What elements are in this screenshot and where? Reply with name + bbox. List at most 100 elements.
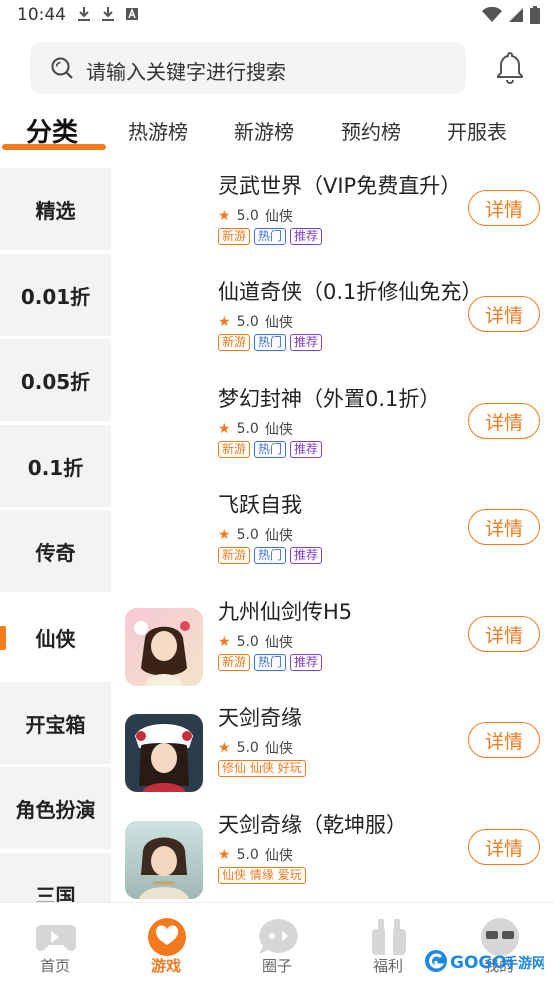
status-time: 10:44 bbox=[17, 5, 66, 25]
tag: 仙侠 情缘 爱玩 bbox=[218, 867, 306, 884]
rating-value: 5.0 bbox=[236, 527, 259, 543]
tab-new-ranking[interactable]: 新游榜 bbox=[234, 116, 294, 145]
tag: 新游 bbox=[218, 228, 251, 245]
game-category: 仙侠 bbox=[264, 315, 293, 331]
sidebar-item-001-discount[interactable]: 0.01折 bbox=[0, 254, 111, 336]
rating-value: 5.0 bbox=[236, 208, 259, 224]
game-tags: 仙侠 情缘 爱玩 bbox=[218, 867, 306, 884]
game-category: 仙侠 bbox=[264, 848, 293, 864]
active-tab-indicator bbox=[2, 144, 106, 150]
game-title: 九州仙剑传H5 bbox=[218, 600, 353, 624]
tab-hot-ranking[interactable]: 热游榜 bbox=[128, 116, 188, 145]
nav-home[interactable]: 首页 bbox=[0, 903, 110, 984]
star-icon: ★ bbox=[218, 527, 231, 543]
game-tags: 新游 热门 推荐 bbox=[218, 334, 323, 351]
game-rating: ★ 5.0 仙侠 bbox=[218, 206, 293, 226]
nav-label: 首页 bbox=[39, 957, 70, 975]
game-rating: ★ 5.0 仙侠 bbox=[218, 312, 293, 332]
list-item[interactable]: 飞跃自我 ★ 5.0 仙侠 新游 热门 推荐 详情 bbox=[112, 483, 554, 583]
category-tabs: 分类 热游榜 新游榜 预约榜 开服表 bbox=[0, 108, 554, 154]
detail-button[interactable]: 详情 bbox=[468, 722, 540, 758]
app-notification-icon bbox=[126, 8, 138, 20]
tag: 推荐 bbox=[290, 547, 323, 564]
tab-server-schedule[interactable]: 开服表 bbox=[447, 116, 507, 145]
search-placeholder: 请输入关键字进行搜索 bbox=[86, 60, 286, 84]
heart-chat-icon bbox=[148, 918, 186, 956]
game-title: 飞跃自我 bbox=[218, 493, 302, 517]
gift-icon bbox=[372, 919, 406, 955]
detail-button[interactable]: 详情 bbox=[468, 829, 540, 865]
tag: 推荐 bbox=[290, 228, 323, 245]
nav-label: 游戏 bbox=[150, 957, 181, 975]
tag: 热门 bbox=[254, 547, 287, 564]
rating-value: 5.0 bbox=[236, 634, 259, 650]
game-category: 仙侠 bbox=[264, 209, 293, 225]
list-item[interactable]: 九州仙剑传H5 ★ 5.0 仙侠 新游 热门 推荐 详情 bbox=[112, 590, 554, 690]
game-title: 天剑奇缘（乾坤服） bbox=[218, 813, 407, 837]
tag: 热门 bbox=[254, 334, 287, 351]
game-tags: 新游 热门 推荐 bbox=[218, 441, 323, 458]
signal-icon bbox=[509, 8, 523, 22]
detail-button[interactable]: 详情 bbox=[468, 403, 540, 439]
game-icon[interactable] bbox=[125, 608, 203, 686]
game-title: 天剑奇缘 bbox=[218, 706, 302, 730]
svg-text:GOGO: GOGO bbox=[450, 953, 507, 973]
gamepad-icon bbox=[36, 925, 76, 951]
detail-button[interactable]: 详情 bbox=[468, 296, 540, 332]
game-rating: ★ 5.0 仙侠 bbox=[218, 419, 293, 439]
star-icon: ★ bbox=[218, 740, 231, 756]
nav-games[interactable]: 游戏 bbox=[111, 903, 221, 984]
tab-reservation-ranking[interactable]: 预约榜 bbox=[341, 116, 401, 145]
game-icon[interactable] bbox=[125, 821, 203, 899]
list-item[interactable]: 灵武世界（VIP免费直升） ★ 5.0 仙侠 新游 热门 推荐 详情 bbox=[112, 164, 554, 264]
star-icon: ★ bbox=[218, 314, 231, 330]
game-category: 仙侠 bbox=[264, 635, 293, 651]
status-bar: 10:44 bbox=[0, 0, 554, 30]
tag: 热门 bbox=[254, 228, 287, 245]
sidebar-item-legend[interactable]: 传奇 bbox=[0, 510, 111, 592]
game-tags: 新游 热门 推荐 bbox=[218, 547, 323, 564]
sidebar-item-xianxia[interactable]: 仙侠 bbox=[0, 596, 111, 678]
download-icon bbox=[78, 7, 90, 21]
tag: 新游 bbox=[218, 441, 251, 458]
chat-bubble-icon bbox=[259, 918, 298, 954]
watermark-logo: GOGO 手游网 bbox=[424, 946, 546, 976]
tag: 新游 bbox=[218, 654, 251, 671]
search-input[interactable]: 请输入关键字进行搜索 bbox=[30, 42, 466, 94]
game-rating: ★ 5.0 仙侠 bbox=[218, 632, 293, 652]
game-title: 仙道奇侠（0.1折修仙免充） bbox=[218, 280, 483, 304]
game-category: 仙侠 bbox=[264, 741, 293, 757]
sidebar-item-005-discount[interactable]: 0.05折 bbox=[0, 339, 111, 421]
tag: 热门 bbox=[254, 654, 287, 671]
sidebar-item-01-discount[interactable]: 0.1折 bbox=[0, 425, 111, 507]
game-tags: 修仙 仙侠 好玩 bbox=[218, 760, 306, 777]
battery-icon bbox=[530, 6, 540, 24]
sidebar-item-three-kingdoms[interactable]: 三国 bbox=[0, 853, 111, 902]
game-icon[interactable] bbox=[125, 714, 203, 792]
active-category-marker bbox=[0, 626, 6, 650]
game-title: 灵武世界（VIP免费直升） bbox=[218, 174, 462, 198]
rating-value: 5.0 bbox=[236, 421, 259, 437]
svg-text:手游网: 手游网 bbox=[504, 955, 544, 972]
sidebar-item-featured[interactable]: 精选 bbox=[0, 168, 111, 250]
list-item[interactable]: 天剑奇缘（乾坤服） ★ 5.0 仙侠 仙侠 情缘 爱玩 详情 bbox=[112, 803, 554, 902]
wifi-icon bbox=[482, 7, 502, 22]
rating-value: 5.0 bbox=[236, 847, 259, 863]
game-tags: 新游 热门 推荐 bbox=[218, 228, 323, 245]
game-tags: 新游 热门 推荐 bbox=[218, 654, 323, 671]
detail-button[interactable]: 详情 bbox=[468, 509, 540, 545]
nav-community[interactable]: 圈子 bbox=[222, 903, 332, 984]
list-item[interactable]: 仙道奇侠（0.1折修仙免充） ★ 5.0 仙侠 新游 热门 推荐 详情 bbox=[112, 270, 554, 370]
game-title: 梦幻封神（外置0.1折） bbox=[218, 387, 441, 411]
star-icon: ★ bbox=[218, 634, 231, 650]
sidebar-item-treasure-box[interactable]: 开宝箱 bbox=[0, 682, 111, 764]
detail-button[interactable]: 详情 bbox=[468, 190, 540, 226]
list-item[interactable]: 梦幻封神（外置0.1折） ★ 5.0 仙侠 新游 热门 推荐 详情 bbox=[112, 377, 554, 477]
game-list: 灵武世界（VIP免费直升） ★ 5.0 仙侠 新游 热门 推荐 详情 仙道奇侠（… bbox=[112, 160, 554, 902]
bell-icon[interactable] bbox=[494, 50, 526, 84]
list-item[interactable]: 天剑奇缘 ★ 5.0 仙侠 修仙 仙侠 好玩 详情 bbox=[112, 696, 554, 796]
detail-button[interactable]: 详情 bbox=[468, 616, 540, 652]
sidebar-item-rpg[interactable]: 角色扮演 bbox=[0, 767, 111, 849]
tag: 热门 bbox=[254, 441, 287, 458]
game-category: 仙侠 bbox=[264, 528, 293, 544]
